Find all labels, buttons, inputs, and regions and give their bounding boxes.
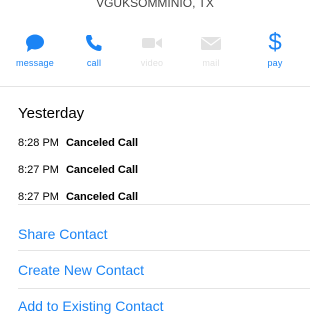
mail-action-button[interactable]: mail: [186, 30, 236, 68]
phone-icon: [86, 35, 102, 51]
call-status: Canceled Call: [65, 136, 139, 149]
call-status: Canceled Call: [65, 190, 139, 203]
envelope-icon: [201, 37, 221, 50]
call-history-row: 8:28 PM Canceled Call: [18, 129, 298, 156]
call-action-button[interactable]: call: [69, 30, 119, 68]
divider: [18, 250, 310, 251]
video-action-label: video: [140, 58, 164, 68]
video-action-button[interactable]: video: [127, 30, 177, 68]
call-action-label: call: [86, 58, 102, 68]
call-history-row: 8:27 PM Canceled Call: [18, 156, 298, 183]
divider: [18, 204, 310, 205]
pay-action-button[interactable]: $ pay: [250, 29, 300, 69]
create-new-contact-link[interactable]: Create New Contact: [18, 262, 144, 278]
message-action-button[interactable]: message: [10, 30, 60, 68]
call-history: Yesterday 8:28 PM Canceled Call 8:27 PM …: [18, 105, 298, 210]
call-time: 8:27 PM: [18, 190, 59, 203]
divider: [18, 288, 310, 289]
video-camera-icon: [142, 38, 162, 48]
call-time: 8:28 PM: [18, 136, 59, 149]
contact-subtitle: VGUKSOMMINIO, TX: [96, 0, 214, 10]
call-history-day: Yesterday: [18, 105, 85, 122]
contact-action-bar: message call video mail $ pay: [0, 30, 310, 75]
call-status: Canceled Call: [65, 163, 139, 176]
call-time: 8:27 PM: [18, 163, 59, 176]
share-contact-link[interactable]: Share Contact: [18, 226, 108, 242]
pay-action-label: pay: [267, 58, 283, 68]
dollar-icon: $: [268, 29, 282, 56]
message-action-label: message: [16, 58, 54, 68]
mail-action-label: mail: [202, 58, 220, 68]
message-bubble-icon: [26, 34, 44, 52]
divider: [0, 86, 310, 87]
call-history-row: 8:27 PM Canceled Call: [18, 183, 298, 210]
add-to-existing-contact-link[interactable]: Add to Existing Contact: [18, 298, 164, 314]
